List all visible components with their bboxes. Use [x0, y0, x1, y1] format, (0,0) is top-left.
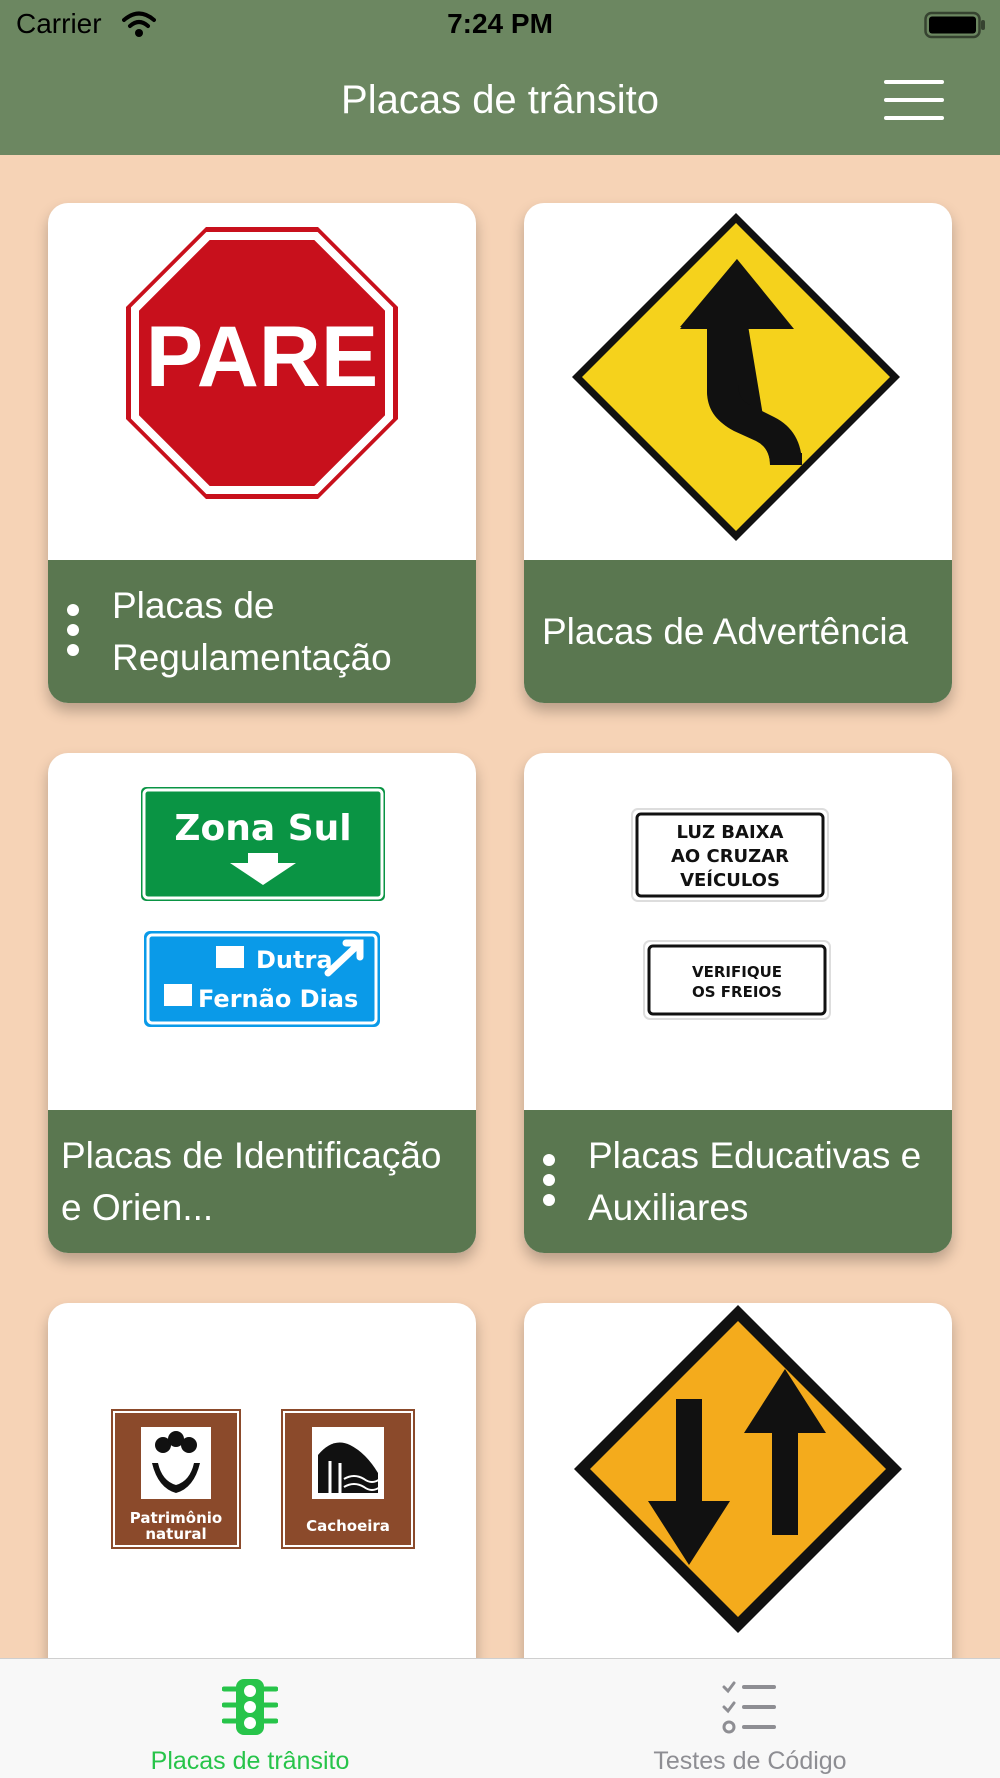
card-footer: Placas de Advertência: [524, 560, 952, 703]
traffic-light-icon: [222, 1679, 278, 1735]
stop-sign-image: PARE: [48, 203, 476, 560]
hamburger-line: [884, 80, 944, 84]
card-advertencia[interactable]: Placas de Advertência: [524, 203, 952, 703]
two-way-sign-image: [524, 1303, 952, 1660]
card-label: Placas de Advertência: [542, 610, 909, 652]
card-footer: Placas Educativas e Auxiliares: [524, 1110, 952, 1253]
tab-label: Testes de Código: [653, 1747, 847, 1775]
edu-sign-text-2: AO CRUZAR: [671, 846, 789, 867]
tab-placas[interactable]: Placas de trânsito: [0, 1659, 500, 1778]
checklist-icon: [722, 1681, 776, 1734]
tab-testes[interactable]: Testes de Código: [500, 1659, 1000, 1778]
battery-icon: [924, 11, 985, 39]
educational-signs-image: LUZ BAIXA AO CRUZAR VEÍCULOS VERIFIQUE O…: [524, 753, 952, 1110]
stop-sign-text: PARE: [146, 309, 379, 405]
edu-sign-text-4: VERIFIQUE: [692, 963, 782, 981]
card-footer: Placas de Identificação e Orien...: [48, 1110, 476, 1253]
navigation-header: Carrier 7:24 PM Placas de trânsito: [0, 0, 1000, 155]
card-educativas[interactable]: LUZ BAIXA AO CRUZAR VEÍCULOS VERIFIQUE O…: [524, 753, 952, 1253]
tab-bar: Placas de trânsito Testes de Código: [0, 1658, 1000, 1778]
tourist-sign-text-2: natural: [145, 1525, 206, 1543]
hamburger-line: [884, 116, 944, 120]
status-bar: Carrier 7:24 PM: [0, 0, 1000, 50]
card-label: Placas Educativas e Auxiliares: [588, 1134, 922, 1228]
guide-sign-text-1: Zona Sul: [174, 808, 351, 849]
winding-road-sign-image: [524, 203, 952, 560]
hamburger-line: [884, 98, 944, 102]
card-label: Placas de Identificação e Orien...: [61, 1134, 442, 1228]
tourist-signs-image: Patrimônio natural Cachoeira: [48, 1303, 476, 1660]
card-regulamentacao[interactable]: PARE Placas de Regulamentação: [48, 203, 476, 703]
more-options-icon[interactable]: [543, 1154, 557, 1210]
edu-sign-text-5: OS FREIOS: [692, 983, 782, 1001]
tab-label: Placas de trânsito: [150, 1747, 350, 1775]
page-title: Placas de trânsito: [341, 78, 659, 122]
card-label: Placas de Regulamentação: [112, 584, 392, 678]
card-identificacao[interactable]: Zona Sul Dutra Fernão Dias Placas de Ide…: [48, 753, 476, 1253]
guide-sign-text-2: Dutra: [256, 946, 333, 974]
more-options-icon[interactable]: [67, 604, 81, 660]
status-time: 7:24 PM: [447, 8, 553, 39]
guide-sign-text-3: Fernão Dias: [198, 985, 358, 1013]
guide-signs-image: Zona Sul Dutra Fernão Dias: [48, 753, 476, 1110]
menu-button[interactable]: [880, 78, 948, 122]
card-footer: Placas de Regulamentação: [48, 560, 476, 703]
edu-sign-text-3: VEÍCULOS: [680, 869, 780, 891]
edu-sign-text-1: LUZ BAIXA: [677, 822, 784, 843]
tourist-sign-text-3: Cachoeira: [306, 1517, 390, 1535]
